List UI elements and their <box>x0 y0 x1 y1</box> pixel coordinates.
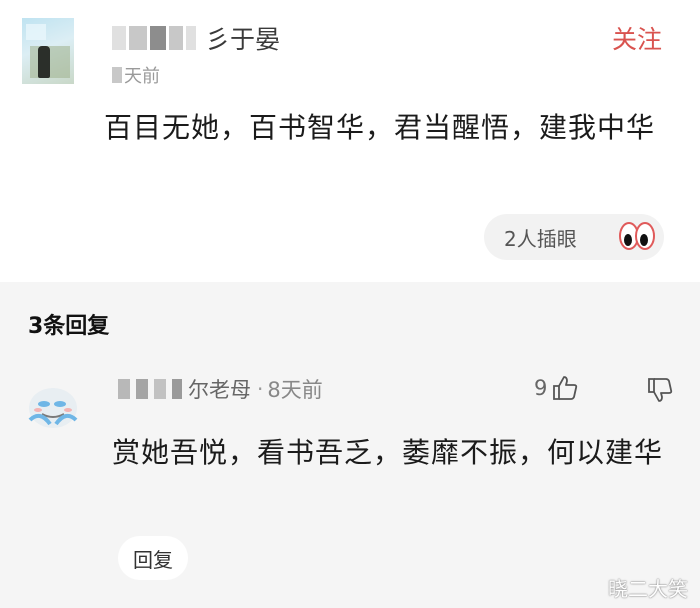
username-label: 彡于晏 <box>205 25 281 54</box>
time-label: 天前 <box>124 66 160 87</box>
reply-time: 8天前 <box>267 378 323 402</box>
follow-button[interactable]: 关注 <box>612 20 662 56</box>
separator-dot: · <box>257 377 264 401</box>
reaction-chip[interactable]: 2人插眼 <box>484 214 664 260</box>
main-comment: 彡于晏 天前 关注 百目无她，百书智华，君当醒悟，建我中华 2人插眼 <box>0 0 700 282</box>
reply-count: 3条回复 <box>28 314 110 339</box>
reply-username[interactable]: 尔老母 <box>188 374 251 404</box>
thumbs-down-icon[interactable] <box>646 376 674 404</box>
reaction-label: 2人插眼 <box>504 226 577 251</box>
replies-section: 3条回复 尔老母 · 8天前 9 赏她吾悦，看书吾乏，萎靡不振，何以建华 回复 … <box>0 282 700 608</box>
comment-time: 天前 <box>112 62 160 88</box>
like-button[interactable]: 9 <box>534 374 579 402</box>
reply-avatar[interactable] <box>20 380 86 438</box>
watermark: 晓二大笑 <box>608 577 688 601</box>
avatar[interactable] <box>22 18 74 84</box>
reply-content: 赏她吾悦，看书吾乏，萎靡不振，何以建华 <box>112 436 664 469</box>
comment-content: 百目无她，百书智华，君当醒悟，建我中华 <box>104 111 656 144</box>
thumbs-up-icon <box>553 376 578 400</box>
eyes-icon <box>619 222 655 250</box>
comment-username[interactable]: 彡于晏 <box>112 20 280 56</box>
reply-button[interactable]: 回复 <box>118 536 188 580</box>
reply-header: 尔老母 · 8天前 <box>118 374 323 404</box>
like-count: 9 <box>534 376 548 400</box>
